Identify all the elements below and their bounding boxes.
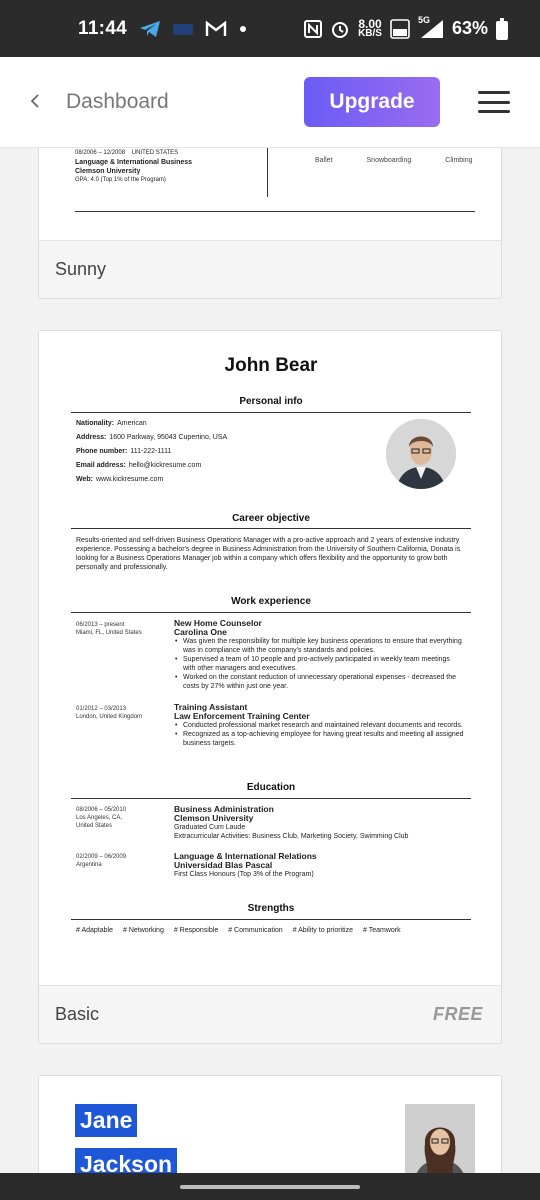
battery-percent: 63% [451,18,488,38]
divider [71,528,471,529]
divider [75,211,475,212]
strength-tag: # Communication [228,927,283,934]
page-title: Dashboard [66,90,169,113]
alarm-icon [330,19,350,39]
career-objective-text: Results-oriented and self-driven Busines… [76,537,461,571]
hamburger-menu-icon[interactable] [478,91,510,113]
app-header: Dashboard Upgrade [0,57,540,148]
gmail-icon [205,20,227,37]
hobby-label: Climbing [445,157,473,164]
resume-name: John Bear [224,355,318,376]
resume-first-name: Jane [75,1104,138,1137]
divider [71,612,471,613]
template-name: Sunny [55,259,107,279]
education-dates: 02/2009 – 06/2009 Argentina [76,854,127,868]
gesture-bar [0,1173,540,1200]
template-list[interactable]: 08/2006 – 12/2008 UNITED STATES Language… [0,148,540,1173]
section-title: Work experience [231,596,311,607]
nfc-icon [304,19,323,38]
hobby-label: Snowboarding [366,157,412,164]
profile-photo [386,419,456,489]
section-title: Career objective [232,513,310,524]
strength-tag: # Networking [122,927,164,934]
strength-tag: # Adaptable [76,927,113,934]
divider [267,148,268,197]
template-card-basic[interactable]: John Bear Personal info Nationality: Amer… [38,330,502,1044]
education-entry: Language & International Relations Unive… [174,851,317,879]
message-icon [173,22,194,36]
work-dates: 06/2013 – present Miami, FL, United Stat… [76,622,142,636]
personal-info-row: Address: 1600 Parkway, 95043 Cupertino, U… [76,434,228,441]
free-badge: FREE [432,1004,483,1024]
battery-icon [496,17,508,40]
section-title: Education [246,782,296,793]
profile-photo [405,1104,475,1173]
section-title: Strengths [247,903,295,914]
strength-tag: # Responsible [173,927,219,934]
resume-snippet: 08/2006 – 12/2008 UNITED STATES Language… [75,150,193,183]
education-dates: 08/2006 – 05/2010 Los Angeles, CA, Unite… [76,807,127,829]
template-card-jane[interactable]: Jane Jackson [38,1075,502,1173]
divider [71,798,471,799]
resume-last-name: Jackson [75,1148,178,1173]
hobbies-row: Ballet Snowboarding Climbing [315,157,473,164]
divider [71,412,471,413]
volte-icon [390,18,410,39]
strength-tag: # Ability to prioritize [292,927,353,934]
template-card-sunny[interactable]: 08/2006 – 12/2008 UNITED STATES Language… [38,148,502,299]
divider [71,919,471,920]
work-entry: New Home Counselor Carolina One Was give… [174,619,464,691]
template-name: Basic [55,1004,100,1024]
dot-icon [239,25,247,33]
section-title: Personal info [239,396,303,407]
upgrade-button[interactable]: Upgrade [304,77,440,127]
status-time: 11:44 [78,17,128,39]
personal-info-row: Nationality: American [76,420,147,427]
status-bar: 11:44 8.00 KB/S 5G 63% [0,0,540,57]
hobby-label: Ballet [315,157,333,164]
strengths-list: # Adaptable # Networking # Responsible #… [76,927,401,934]
work-dates: 01/2012 – 03/2013 London, United Kingdom [76,706,143,720]
personal-info-row: Email address: hello@kickresume.com [76,462,202,469]
work-entry: Training Assistant Law Enforcement Train… [174,703,464,748]
personal-info-row: Phone number: 111-222-1111 [76,448,172,455]
education-entry: Business Administration Clemson Universi… [174,804,409,841]
card-footer[interactable]: Basic FREE [39,985,501,1043]
strength-tag: # Teamwork [363,927,401,934]
signal-icon: 5G [418,15,444,39]
personal-info-row: Web: www.kickresume.com [76,476,164,483]
network-speed: 8.00 KB/S [358,16,382,39]
card-footer[interactable]: Sunny [39,240,501,298]
chevron-left-icon[interactable] [30,89,46,115]
home-handle[interactable] [180,1185,360,1189]
telegram-icon [139,20,161,38]
